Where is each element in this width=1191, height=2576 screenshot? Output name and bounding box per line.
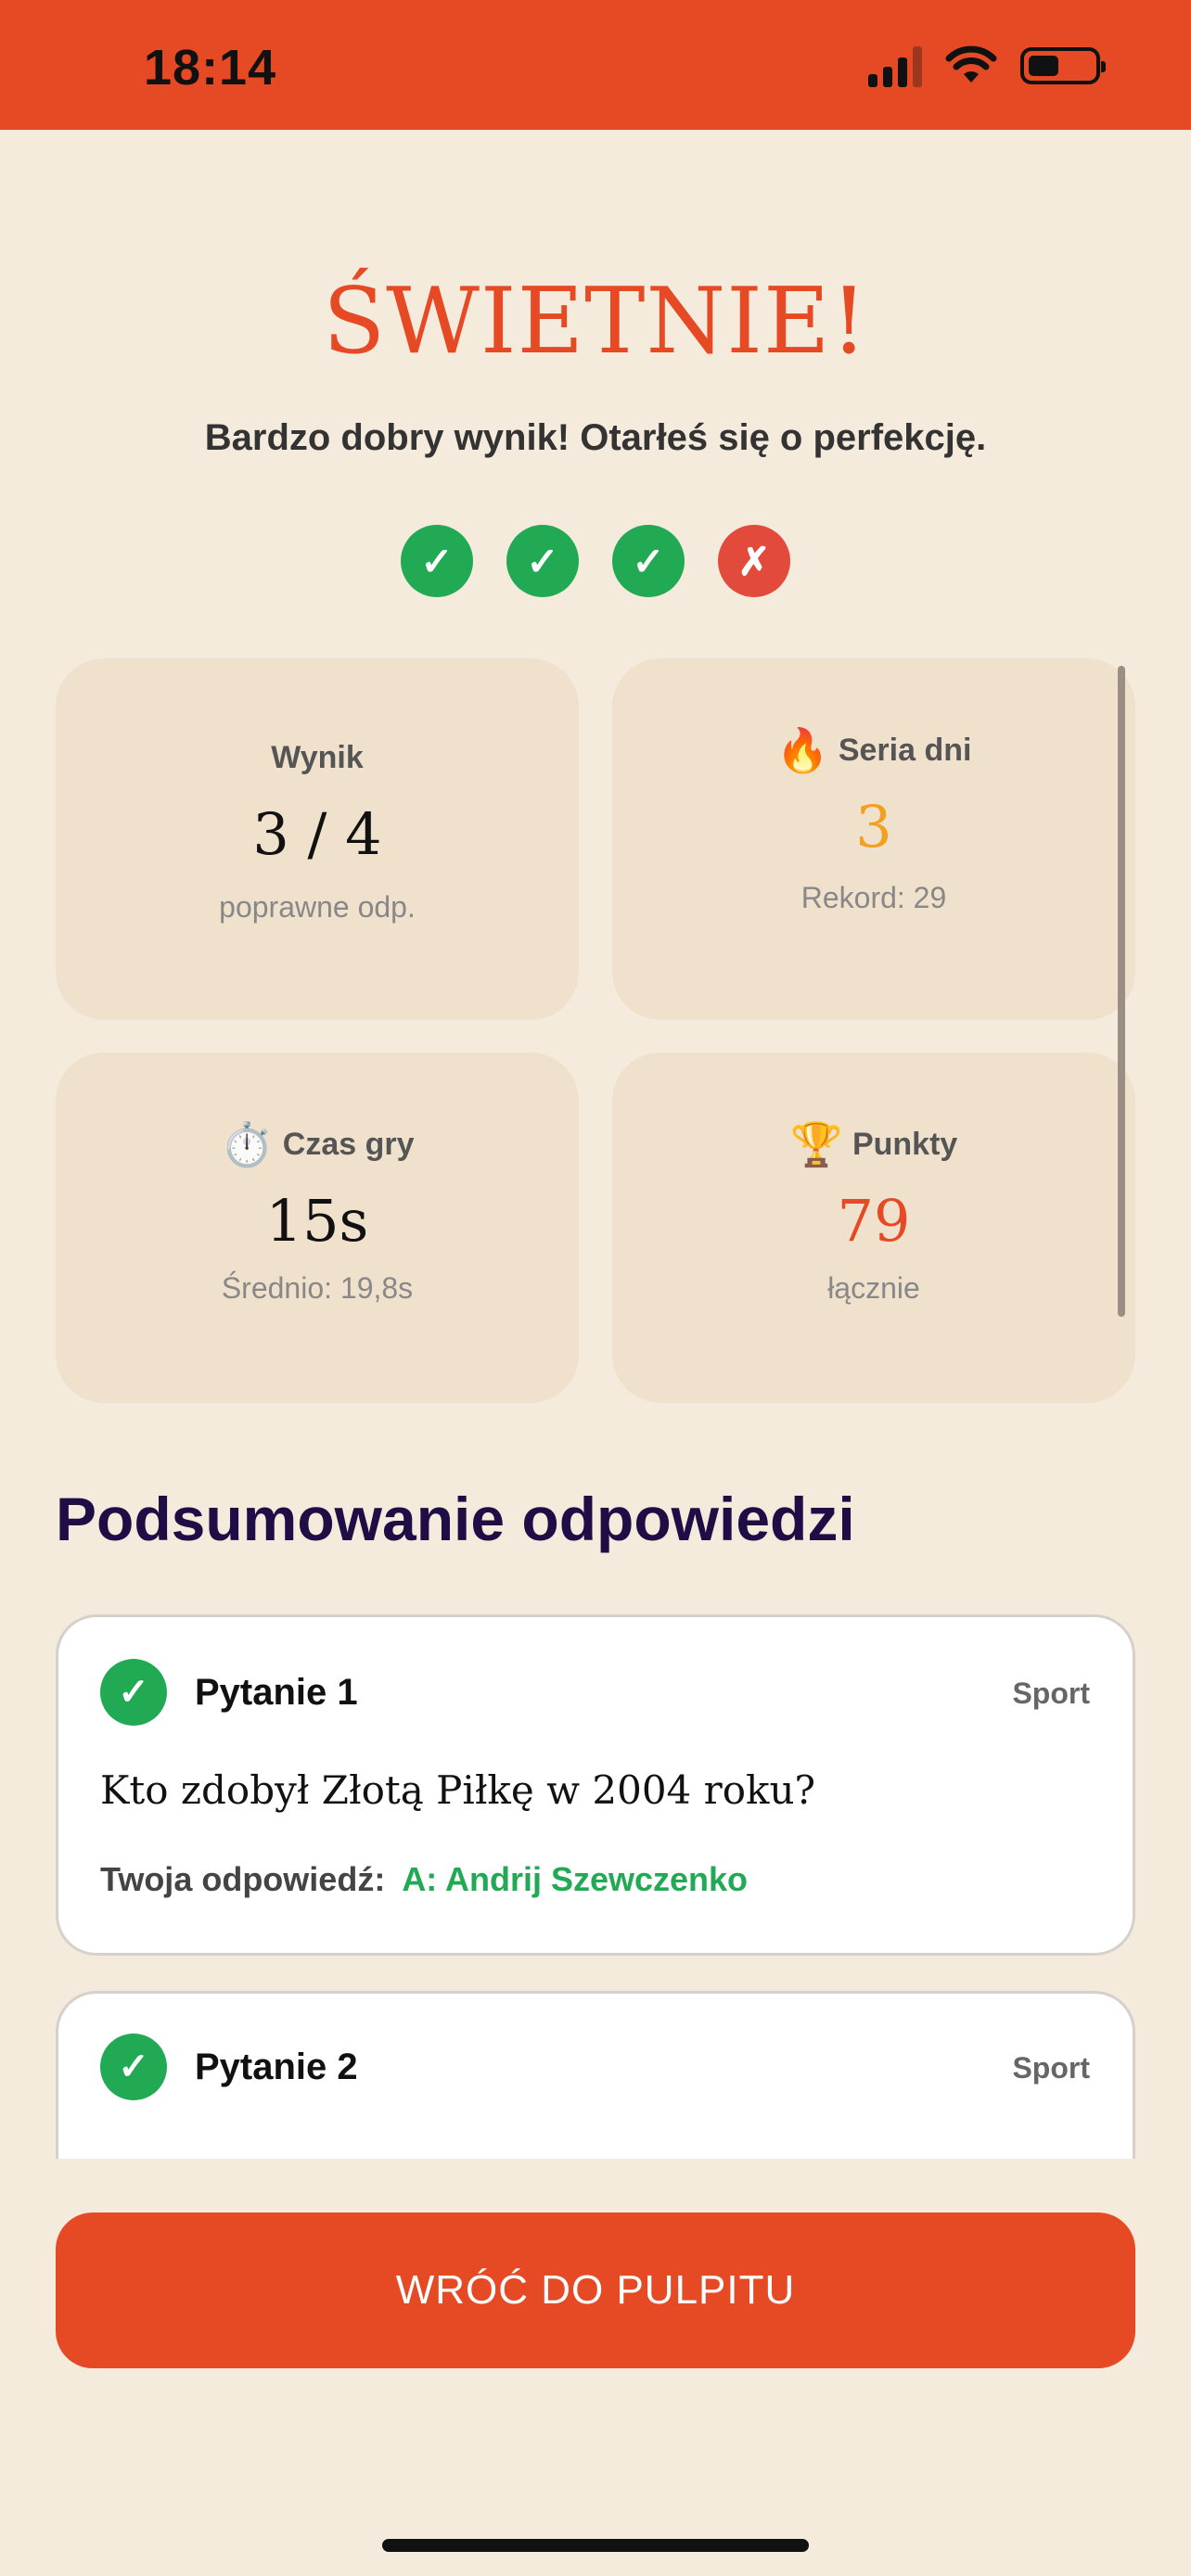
stat-card-points: 🏆 Punkty 79 łącznie [612,1052,1135,1403]
correct-answer-icon: ✓ [401,525,473,597]
answer-label: Twoja odpowiedź: [100,1860,386,1898]
wifi-icon [945,45,997,83]
stat-sub: łącznie [827,1271,920,1305]
battery-icon [1020,47,1106,84]
trophy-icon: 🏆 [789,1120,843,1168]
status-bar: 18:14 [0,0,1191,130]
wrong-answer-icon: ✗ [718,525,790,597]
stat-card-score: Wynik 3 / 4 poprawne odp. [56,658,579,1020]
stat-label: 🔥 Seria dni [775,726,972,774]
question-number: Pytanie 2 [195,2046,358,2087]
stat-label: 🏆 Punkty [789,1120,958,1168]
question-category: Sport [1012,2051,1090,2085]
scrollbar[interactable] [1118,666,1125,1317]
fire-icon: 🔥 [775,726,829,774]
status-icons [868,45,1106,87]
status-time: 18:14 [144,40,277,96]
correct-check-icon: ✓ [100,1659,167,1726]
battery-level [1029,56,1058,76]
stat-label: ⏱️ Czas gry [220,1120,415,1168]
cellular-signal-icon [868,45,922,87]
stat-sub: Rekord: 29 [800,881,947,914]
stat-label: Wynik [271,740,364,775]
result-subtitle: Bardzo dobry wynik! Otarłeś się o perfek… [204,417,987,458]
question-text: Kto zdobył Złotą Piłkę w 2004 roku? [100,1767,816,1813]
stopwatch-icon: ⏱️ [220,1120,274,1168]
stat-card-time: ⏱️ Czas gry 15s Średnio: 19,8s [56,1052,579,1403]
stat-value: 79 [837,1187,911,1255]
correct-answer-icon: ✓ [506,525,579,597]
home-indicator [382,2539,809,2552]
result-headline: ŚWIETNIE! [323,269,868,375]
summary-title: Podsumowanie odpowiedzi [56,1485,855,1553]
stat-value: 15s [265,1187,369,1255]
stat-value: 3 / 4 [252,800,382,868]
stat-value: 3 [855,793,892,861]
answer-indicators: ✓ ✓ ✓ ✗ [0,525,1191,597]
correct-check-icon: ✓ [100,2034,167,2100]
correct-answer-icon: ✓ [612,525,685,597]
your-answer: Twoja odpowiedź: A: Andrij Szewczenko [100,1860,748,1899]
question-number: Pytanie 1 [195,1671,358,1713]
stat-sub: Średnio: 19,8s [221,1271,414,1305]
stat-sub: poprawne odp. [219,890,416,924]
answer-value: A: Andrij Szewczenko [402,1860,749,1898]
question-card[interactable]: ✓ Pytanie 1 Sport Kto zdobył Złotą Piłkę… [56,1614,1135,1956]
back-to-dashboard-button[interactable]: WRÓĆ DO PULPITU [56,2213,1135,2368]
stat-card-streak: 🔥 Seria dni 3 Rekord: 29 [612,658,1135,1020]
question-card[interactable]: ✓ Pytanie 2 Sport [56,1991,1135,2159]
question-category: Sport [1012,1677,1090,1710]
